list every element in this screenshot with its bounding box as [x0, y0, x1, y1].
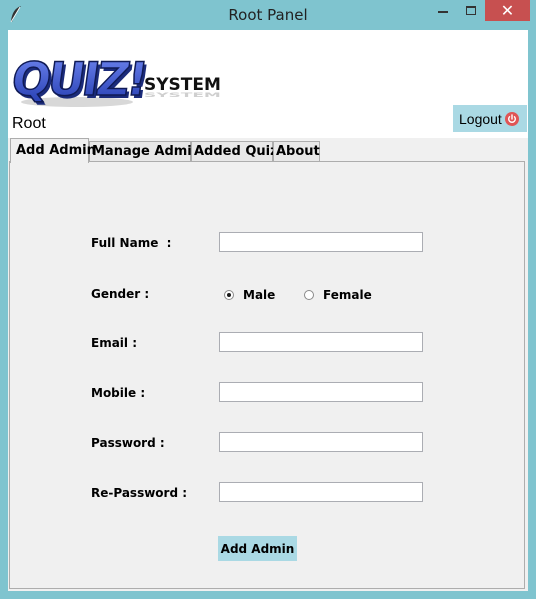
repassword-label: Re-Password :: [91, 486, 188, 500]
svg-text:SYSTEM: SYSTEM: [144, 92, 221, 99]
tab-about[interactable]: About: [273, 141, 320, 161]
mobile-label: Mobile :: [91, 386, 146, 400]
close-button[interactable]: ✕: [485, 0, 530, 21]
maximize-icon: [466, 6, 476, 15]
gender-radio-male[interactable]: Male: [224, 288, 275, 302]
power-icon: [504, 111, 519, 126]
radio-male-label: Male: [243, 288, 276, 302]
full-name-label: Full Name :: [91, 236, 172, 250]
logout-button[interactable]: Logout: [453, 105, 527, 132]
repassword-input[interactable]: [219, 482, 423, 502]
close-icon: ✕: [500, 1, 515, 20]
user-label: Root: [12, 115, 46, 132]
radio-male[interactable]: [224, 290, 234, 300]
mobile-input[interactable]: [219, 382, 423, 402]
email-input[interactable]: [219, 332, 423, 352]
maximize-button[interactable]: [457, 0, 484, 21]
tab-add-admin[interactable]: Add Admin: [10, 138, 96, 163]
minimize-icon: [438, 11, 448, 13]
svg-text:QUIZ!: QUIZ!: [13, 52, 149, 106]
radio-female[interactable]: [304, 290, 314, 300]
logout-label: Logout: [459, 110, 502, 127]
tab-manage-admin[interactable]: Manage Admin: [89, 141, 201, 161]
password-input[interactable]: [219, 432, 423, 452]
header: QUIZ! QUIZ! SYSTEM SYSTEM Root Logout: [8, 30, 528, 138]
minimize-button[interactable]: [429, 0, 456, 21]
password-label: Password :: [91, 436, 165, 450]
add-admin-panel: [9, 161, 525, 589]
title-bar[interactable]: Root Panel ✕: [0, 0, 536, 30]
radio-female-label: Female: [323, 288, 372, 302]
gender-label: Gender :: [91, 287, 150, 301]
tab-strip: Add Admin Manage Admin Added Quiz About: [8, 138, 528, 163]
quiz-system-logo: QUIZ! QUIZ! SYSTEM SYSTEM: [13, 51, 221, 108]
full-name-input[interactable]: [219, 232, 423, 252]
add-admin-button[interactable]: Add Admin: [218, 536, 297, 561]
tab-added-quiz[interactable]: Added Quiz: [191, 141, 278, 161]
email-label: Email :: [91, 336, 138, 350]
window-client-area: QUIZ! QUIZ! SYSTEM SYSTEM Root Logout Ad…: [8, 30, 528, 591]
gender-radio-female[interactable]: Female: [304, 288, 372, 302]
